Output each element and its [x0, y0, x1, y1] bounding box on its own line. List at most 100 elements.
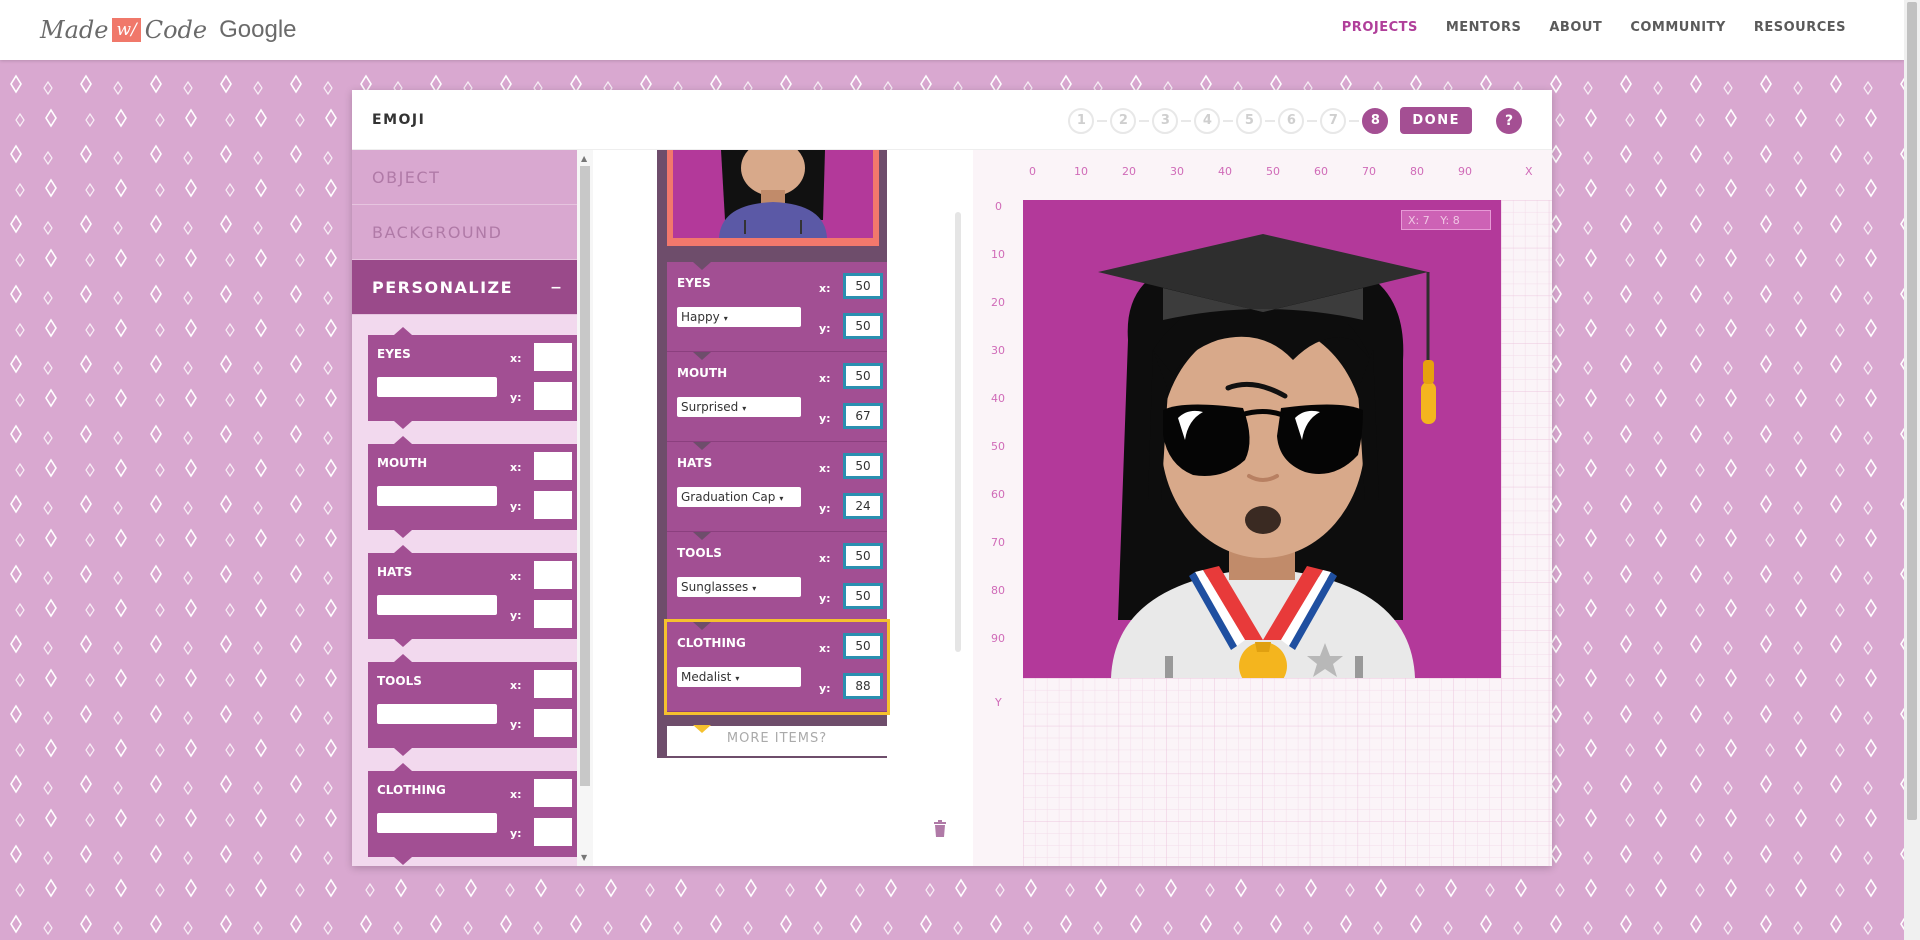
block-name: HATS	[377, 565, 413, 579]
emoji-thumbnail-image	[673, 150, 873, 238]
dropdown-caret-icon: ▾	[742, 404, 747, 413]
step-5[interactable]: 5	[1236, 107, 1263, 134]
x-label: x:	[819, 552, 831, 565]
category-personalize[interactable]: PERSONALIZE –	[352, 260, 577, 315]
x-slot	[528, 561, 572, 589]
nav-projects[interactable]: PROJECTS	[1342, 20, 1418, 35]
palette-block-tools[interactable]: TOOLS x: y:	[368, 654, 577, 756]
help-button[interactable]: ?	[1496, 107, 1522, 134]
top-navigation-bar: Made w/ Code Google PROJECTS MENTORS ABO…	[0, 0, 1904, 60]
palette-block-clothing[interactable]: CLOTHING x: y:	[368, 763, 577, 865]
scroll-down-arrow-icon[interactable]: ▼	[581, 853, 587, 862]
hats-y-input[interactable]: 24	[843, 493, 883, 519]
nav-about[interactable]: ABOUT	[1549, 20, 1602, 35]
clothing-y-input[interactable]: 88	[843, 673, 883, 699]
clothing-x-input[interactable]: 50	[843, 633, 883, 659]
block-notch	[394, 545, 412, 553]
emoji-object-block[interactable]	[667, 150, 879, 246]
made-with-code-logo[interactable]: Made w/ Code Google	[40, 12, 297, 48]
block-notch	[394, 654, 412, 662]
block-dropdown	[377, 813, 497, 833]
eyes-dropdown-value: Happy	[681, 310, 720, 324]
x-label: x:	[819, 462, 831, 475]
dropdown-caret-icon: ▾	[779, 494, 784, 503]
x-tick: 80	[1410, 165, 1424, 178]
dropdown-caret-icon: ▾	[735, 674, 740, 683]
block-notch	[394, 748, 412, 756]
x-axis-label: X	[1525, 165, 1533, 178]
block-name: HATS	[677, 456, 713, 470]
block-notch	[394, 421, 412, 429]
step-6[interactable]: 6	[1278, 107, 1305, 134]
block-notch	[693, 622, 711, 630]
workspace-block-clothing[interactable]: CLOTHING Medalist ▾ x: 50 y: 88	[664, 619, 890, 715]
clothing-dropdown[interactable]: Medalist ▾	[677, 667, 801, 687]
step-8[interactable]: 8	[1362, 107, 1389, 134]
eyes-x-input[interactable]: 50	[843, 273, 883, 299]
mouth-x-input[interactable]: 50	[843, 363, 883, 389]
hats-x-input[interactable]: 50	[843, 453, 883, 479]
step-3[interactable]: 3	[1152, 107, 1179, 134]
logo-w: w/	[112, 18, 141, 42]
step-separator	[1181, 119, 1192, 122]
more-items-link[interactable]: MORE ITEMS?	[667, 725, 887, 756]
block-notch	[693, 442, 711, 450]
x-tick: 30	[1170, 165, 1184, 178]
workspace-block-mouth[interactable]: MOUTH Surprised ▾ x: 50 y: 67	[667, 352, 887, 442]
step-2[interactable]: 2	[1110, 107, 1137, 134]
category-personalize-label: PERSONALIZE	[372, 277, 514, 297]
hats-dropdown[interactable]: Graduation Cap ▾	[677, 487, 801, 507]
block-name: MOUTH	[377, 456, 428, 470]
step-1[interactable]: 1	[1068, 107, 1095, 134]
block-dropdown	[377, 377, 497, 397]
workspace-block-tools[interactable]: TOOLS Sunglasses ▾ x: 50 y: 50	[667, 532, 887, 622]
done-button[interactable]: DONE	[1400, 107, 1472, 134]
nav-community[interactable]: COMMUNITY	[1630, 20, 1726, 35]
block-name: CLOTHING	[677, 636, 746, 650]
x-tick: 0	[1029, 165, 1036, 178]
project-editor-panel: EMOJI 1 2 3 4 5 6 7 8 DONE ? OBJECT BACK…	[352, 90, 1552, 866]
step-7[interactable]: 7	[1320, 107, 1347, 134]
block-name: EYES	[677, 276, 711, 290]
category-object[interactable]: OBJECT	[352, 150, 577, 205]
eyes-y-value: 50	[846, 316, 880, 336]
workspace-scrollbar[interactable]	[955, 212, 961, 652]
step-separator	[1097, 119, 1108, 122]
workspace-block-hats[interactable]: HATS Graduation Cap ▾ x: 50 y: 24	[667, 442, 887, 532]
block-notch	[693, 352, 711, 360]
block-dropdown	[377, 486, 497, 506]
nav-resources[interactable]: RESOURCES	[1754, 20, 1846, 35]
eyes-dropdown[interactable]: Happy ▾	[677, 307, 801, 327]
tools-y-value: 50	[846, 586, 880, 606]
palette-block-eyes[interactable]: EYES x: y:	[368, 327, 577, 429]
block-notch	[394, 857, 412, 865]
tools-y-input[interactable]: 50	[843, 583, 883, 609]
category-background[interactable]: BACKGROUND	[352, 205, 577, 260]
palette-scrollbar-thumb[interactable]	[580, 166, 590, 786]
emoji-canvas[interactable]: X: 7 Y: 8	[1023, 200, 1501, 678]
hats-x-value: 50	[846, 456, 880, 476]
step-4[interactable]: 4	[1194, 107, 1221, 134]
trash-icon[interactable]	[933, 820, 947, 843]
eyes-y-input[interactable]: 50	[843, 313, 883, 339]
tools-dropdown[interactable]: Sunglasses ▾	[677, 577, 801, 597]
mouth-dropdown[interactable]: Surprised ▾	[677, 397, 801, 417]
y-label: y:	[510, 827, 522, 840]
collapse-icon[interactable]: –	[551, 275, 564, 300]
tools-x-input[interactable]: 50	[843, 543, 883, 569]
logo-code: Code	[144, 16, 208, 44]
y-label: y:	[819, 412, 831, 425]
block-name: MOUTH	[677, 366, 728, 380]
block-notch	[394, 639, 412, 647]
x-slot	[528, 670, 572, 698]
nav-mentors[interactable]: MENTORS	[1446, 20, 1522, 35]
mouth-y-input[interactable]: 67	[843, 403, 883, 429]
palette-block-mouth[interactable]: MOUTH x: y:	[368, 436, 577, 538]
scroll-up-arrow-icon[interactable]: ▲	[581, 154, 587, 163]
block-notch	[394, 327, 412, 335]
palette-block-hats[interactable]: HATS x: y:	[368, 545, 577, 647]
workspace-block-eyes[interactable]: EYES Happy ▾ x: 50 y: 50	[667, 262, 887, 352]
page-scrollbar-thumb[interactable]	[1907, 2, 1917, 820]
page-scrollbar[interactable]	[1904, 0, 1920, 940]
palette-scrollbar[interactable]: ▲ ▼	[577, 150, 593, 866]
